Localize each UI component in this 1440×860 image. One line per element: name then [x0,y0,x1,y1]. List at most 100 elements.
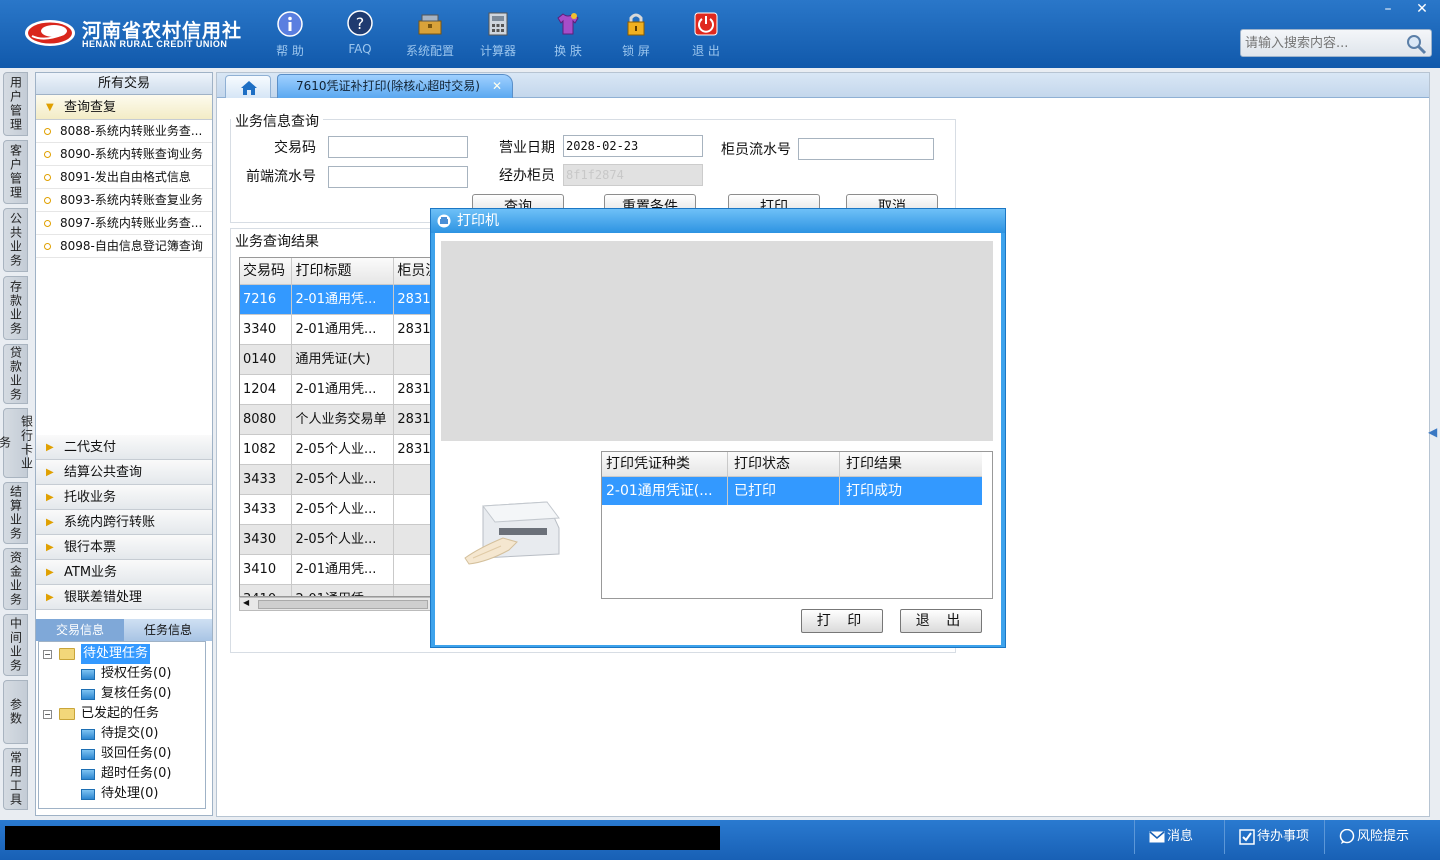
collapse-icon[interactable]: − [43,710,52,719]
tree-node-to-process[interactable]: 待处理(0) [39,784,205,804]
table-row[interactable]: 33402-01通用凭...28310 [240,315,434,345]
tree-node-pending[interactable]: − 待处理任务 [39,644,205,664]
messages-label: 消息 [1167,829,1194,844]
nav-section[interactable]: ▶ 银行本票 [36,535,212,560]
col-header[interactable]: 交易码 [240,258,293,284]
txn-code-input[interactable] [328,136,468,158]
nav-section[interactable]: ▶ 银联差错处理 [36,585,212,610]
nav-item[interactable]: 8090-系统内转账查询业务 [36,143,212,166]
calculator-button[interactable]: 计算器 [466,6,530,62]
tree-node-review[interactable]: 复核任务(0) [39,684,205,704]
vtab-intermediary-business[interactable]: 中间业务 [3,614,28,676]
tree-node-timeout[interactable]: 超时任务(0) [39,764,205,784]
tree-node-auth[interactable]: 授权任务(0) [39,664,205,684]
messages-button[interactable]: 消息 [1134,820,1224,854]
tab-task-info[interactable]: 任务信息 [124,619,212,641]
vtab-public-business[interactable]: 公共业务 [3,208,28,272]
collapse-icon[interactable]: − [43,650,52,659]
nav-item[interactable]: 8097-系统内转账业务查... [36,212,212,235]
vtab-settlement-business[interactable]: 结算业务 [3,482,28,544]
table-row[interactable]: 10822-05个人业...28310 [240,435,434,465]
tab-voucher-reprint[interactable]: 7610凭证补打印(除核心超时交易) ✕ [277,74,513,98]
minimize-button[interactable]: – [1372,0,1404,18]
cell: 3410 [240,555,293,584]
table-row[interactable]: 0140 通用凭证(大) [240,345,434,375]
table-row[interactable]: 12042-01通用凭...28310 [240,375,434,405]
col-header[interactable]: 柜员流 [394,258,434,284]
transaction-nav: 所有交易 ▼ 查询查复 8088-系统内转账业务查... 8090-系统内转账查… [35,72,213,816]
vtab-deposit-business[interactable]: 存款业务 [3,276,28,340]
col-header[interactable]: 打印凭证种类 [602,452,728,476]
nav-item[interactable]: 8098-自由信息登记簿查询 [36,235,212,258]
tree-node-label: 授权任务(0) [101,666,172,681]
cell: 3340 [240,315,293,344]
vtab-parameters[interactable]: 参数 [3,680,28,744]
change-skin-button[interactable]: 换 肤 [536,6,600,62]
close-window-button[interactable]: ✕ [1406,0,1438,18]
nav-item[interactable]: 8088-系统内转账业务查... [36,120,212,143]
txn-code-label: 交易码 [274,140,316,156]
vtab-loan-business[interactable]: 贷款业务 [3,344,28,404]
tab-transaction-info[interactable]: 交易信息 [36,619,124,641]
cell: 28310 [397,412,434,427]
col-header[interactable]: 打印标题 [292,258,395,284]
table-row[interactable]: 3433 2-05个人业... [240,495,434,525]
search-input[interactable] [1245,33,1405,53]
vtab-common-tools[interactable]: 常用工具 [3,748,28,810]
nav-section[interactable]: ▶ ATM业务 [36,560,212,585]
teller-flow-input[interactable] [798,138,934,160]
cell [394,555,434,584]
checkbox-icon [1239,829,1255,845]
tree-node-rejected[interactable]: 驳回任务(0) [39,744,205,764]
table-row[interactable]: 34102-01通用凭... [240,555,434,585]
table-row[interactable]: 3433 2-05个人业... [240,465,434,495]
nav-section-query[interactable]: ▼ 查询查复 [36,95,212,120]
nav-section[interactable]: ▶ 二代支付 [36,435,212,460]
close-tab-icon[interactable]: ✕ [492,75,502,98]
todo-button[interactable]: 待办事项 [1224,820,1324,854]
biz-date-input[interactable]: 2028-02-23 [563,135,703,157]
vtab-customer-mgmt[interactable]: 客户管理 [3,140,28,204]
lock-screen-button[interactable]: 锁 屏 [604,6,668,62]
col-header[interactable]: 打印状态 [728,452,840,476]
cell [394,465,434,494]
dialog-titlebar[interactable]: 打印机 [431,209,1005,233]
table-row[interactable]: 2-01通用凭证(... 已打印 打印成功 [602,477,982,505]
dialog-print-button[interactable]: 打 印 [801,609,883,633]
vtab-fund-business[interactable]: 资金业务 [3,548,28,610]
table-row[interactable]: 72162-01通用凭...28310 [240,285,434,315]
table-row[interactable]: 34102-01通用凭... [240,585,434,596]
nav-item[interactable]: 8093-系统内转账查复业务 [36,189,212,212]
nav-section-label: 银联差错处理 [64,590,143,605]
exit-button[interactable]: 退 出 [674,6,738,62]
nav-item[interactable]: 8091-发出自由格式信息 [36,166,212,189]
scroll-left-icon[interactable]: ◀ [243,598,249,607]
table-row[interactable]: 3430 2-05个人业... [240,525,434,555]
calculator-icon [488,12,508,36]
grid-horizontal-scrollbar[interactable]: ◀ [239,597,435,611]
home-tab[interactable] [225,75,271,98]
vtab-bankcard-business[interactable]: 银行卡业务 [0,408,34,478]
nav-section[interactable]: ▶ 系统内跨行转账 [36,510,212,535]
result-grid[interactable]: 交易码 打印标题 柜员流 72162-01通用凭...28310 33402-0… [239,257,435,597]
help-button[interactable]: 帮 助 [258,6,322,62]
result-section-title: 业务查询结果 [231,231,323,251]
tree-node-to-submit[interactable]: 待提交(0) [39,724,205,744]
cell: 2-01通用凭... [292,585,395,596]
dialog-exit-button[interactable]: 退 出 [900,609,982,633]
nav-section[interactable]: ▶ 结算公共查询 [36,460,212,485]
risk-alert-button[interactable]: 风险提示 [1324,820,1434,854]
tree-node-initiated[interactable]: − 已发起的任务 [39,704,205,724]
tree-node-label: 待处理任务 [81,644,151,664]
scroll-thumb[interactable] [258,600,428,609]
search-box[interactable] [1240,29,1432,57]
faq-button[interactable]: ? FAQ [328,6,392,62]
system-config-button[interactable]: 系统配置 [398,6,462,62]
col-header[interactable]: 打印结果 [840,452,982,476]
table-row[interactable]: 8080个人业务交易单28310 [240,405,434,435]
search-icon[interactable] [1405,33,1427,55]
nav-section[interactable]: ▶ 托收业务 [36,485,212,510]
collapse-right-icon[interactable]: ◀ [1428,425,1438,465]
vtab-user-mgmt[interactable]: 用户管理 [3,72,28,136]
front-flow-input[interactable] [328,166,468,188]
